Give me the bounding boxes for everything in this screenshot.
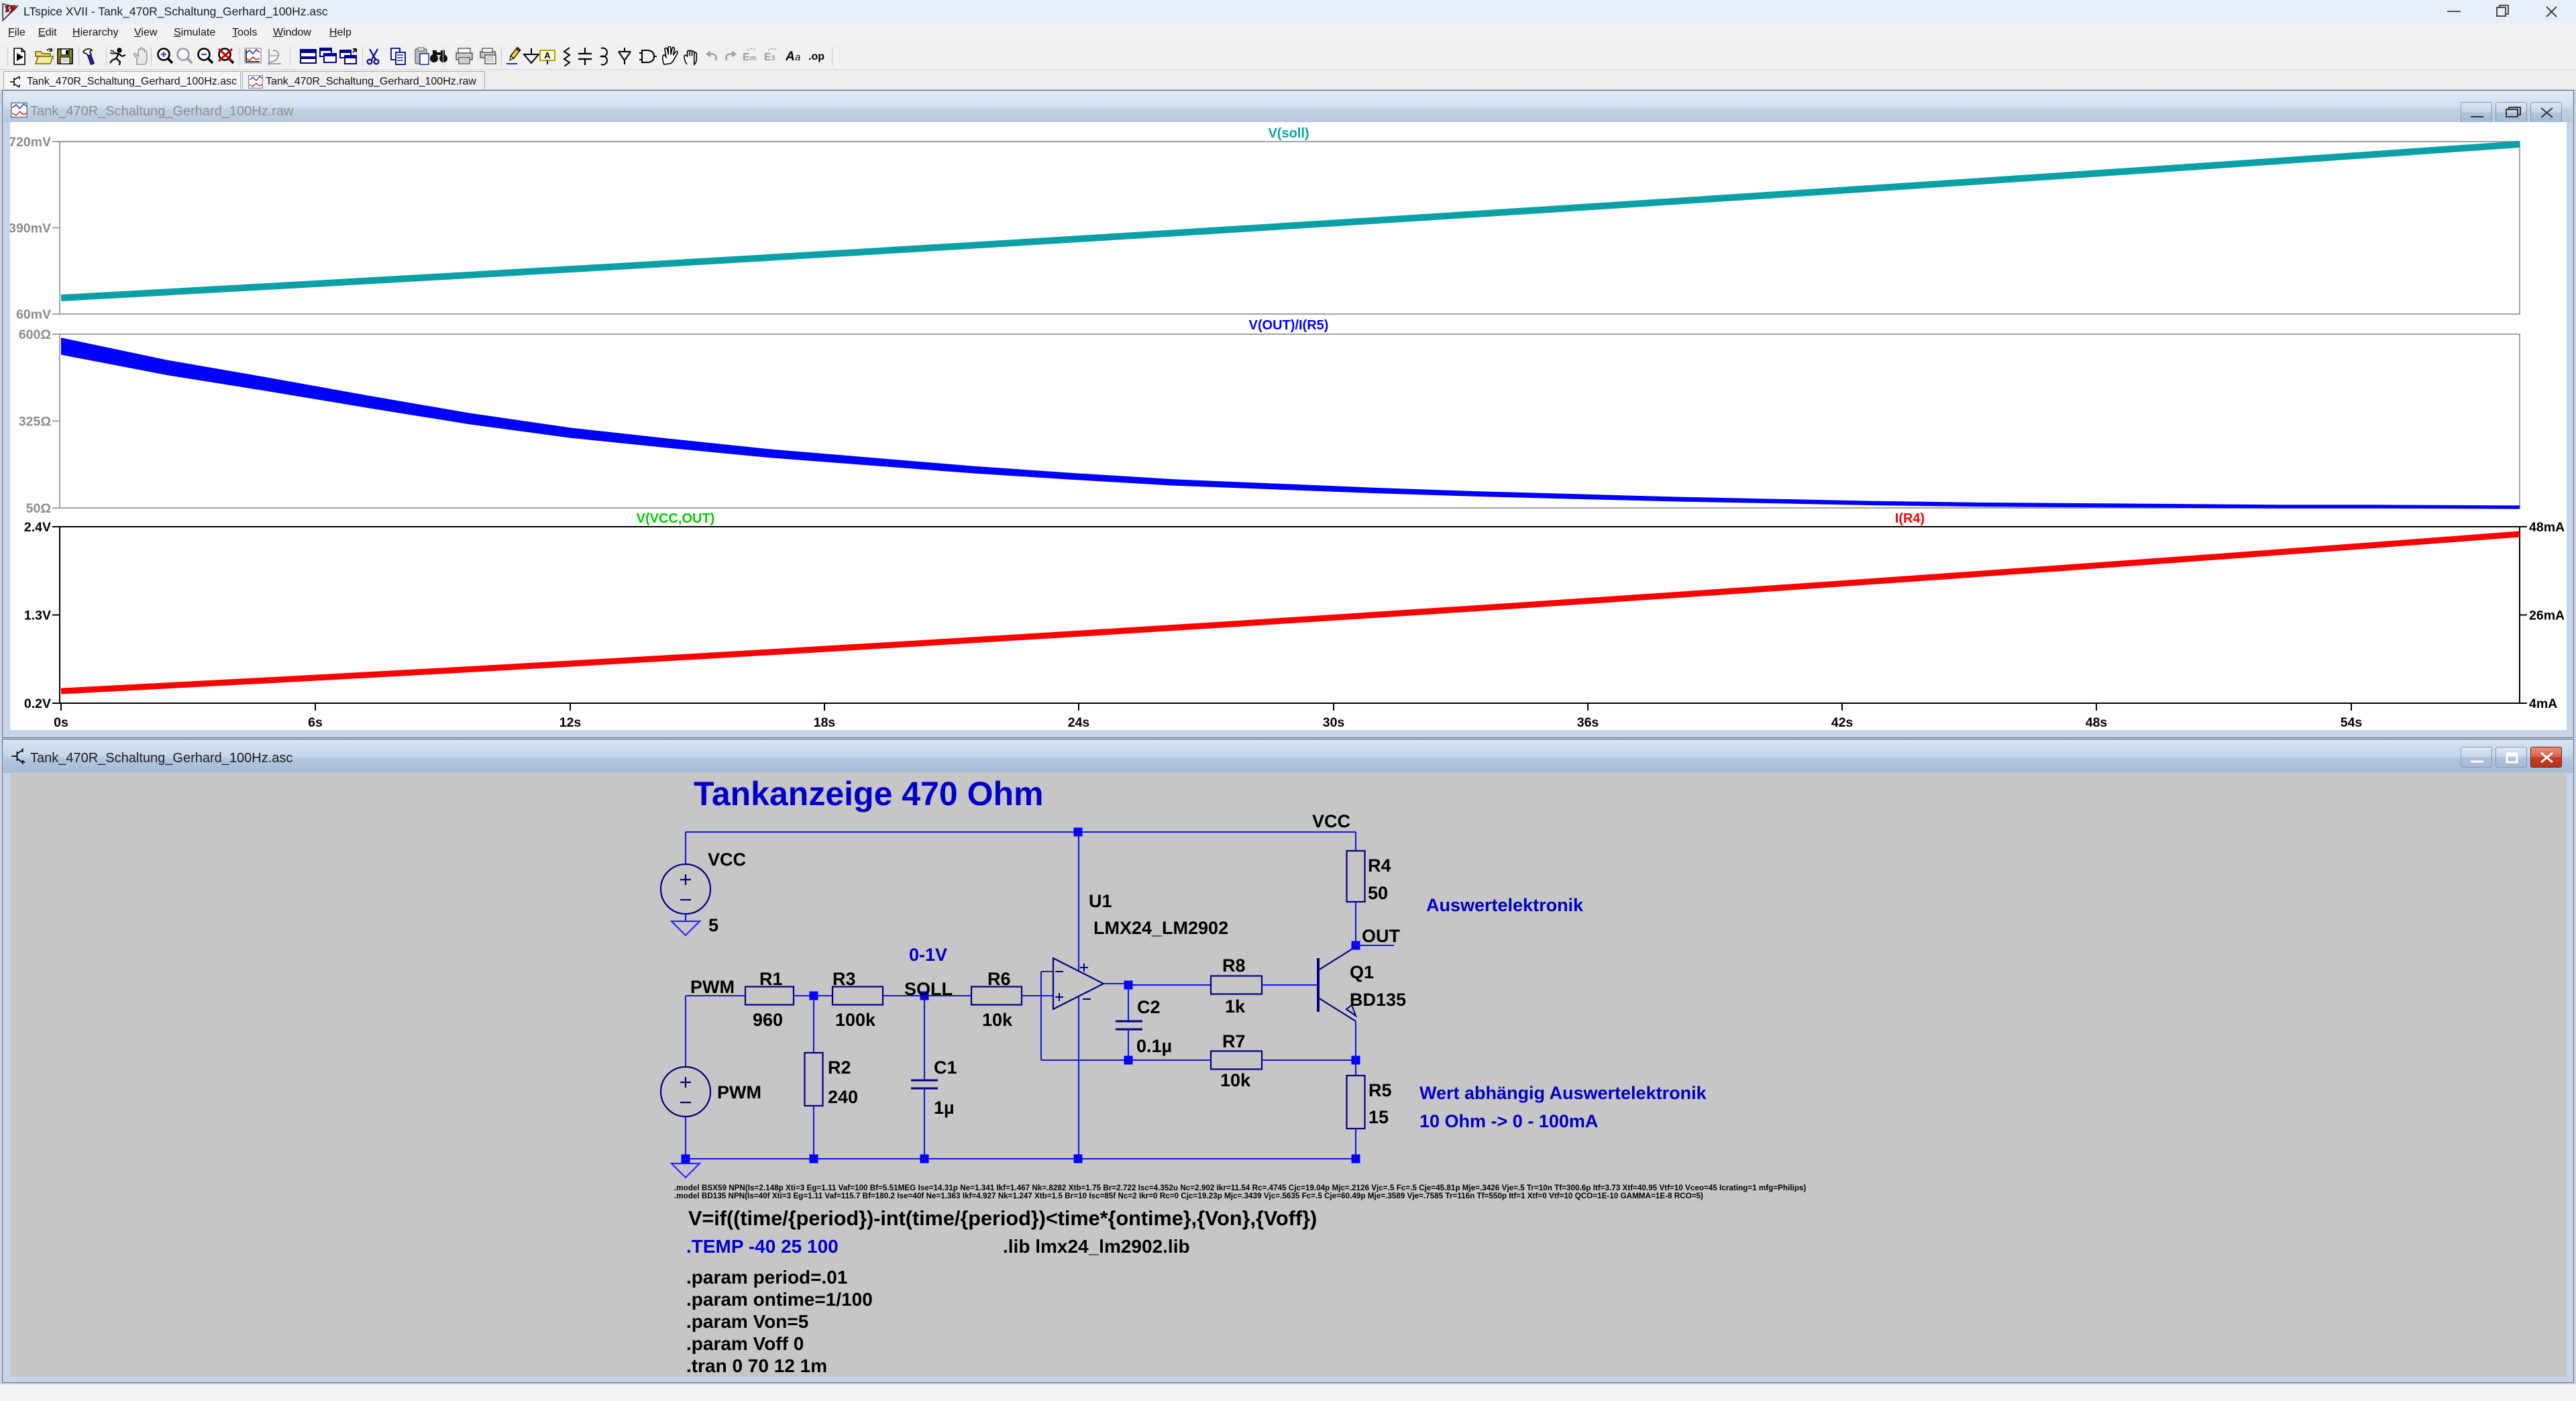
svg-text:R5: R5 <box>1368 1080 1392 1100</box>
svg-text:54s: 54s <box>2341 715 2363 730</box>
svg-text:0-1V: 0-1V <box>909 945 947 965</box>
svg-text:C2: C2 <box>1137 997 1161 1017</box>
svg-text:.param Voff 0: .param Voff 0 <box>686 1333 804 1354</box>
svg-text:720mV: 720mV <box>10 135 51 150</box>
svg-text:0.1µ: 0.1µ <box>1136 1036 1172 1056</box>
svg-text:V(OUT)/I(R5): V(OUT)/I(R5) <box>1249 318 1329 333</box>
svg-text:R7: R7 <box>1222 1031 1246 1051</box>
svg-text:R4: R4 <box>1368 855 1391 876</box>
svg-text:600Ω: 600Ω <box>19 327 51 342</box>
svg-text:6s: 6s <box>308 715 323 730</box>
svg-text:12s: 12s <box>559 715 582 730</box>
svg-text:10 Ohm -> 0 - 100mA: 10 Ohm -> 0 - 100mA <box>1419 1111 1598 1131</box>
svg-text:R2: R2 <box>828 1057 851 1078</box>
svg-text:18s: 18s <box>814 715 836 730</box>
svg-text:325Ω: 325Ω <box>19 415 51 429</box>
svg-text:.lib lmx24_lm2902.lib: .lib lmx24_lm2902.lib <box>1003 1236 1190 1257</box>
svg-text:.model BD135 NPN(Is=40f Xti=3: .model BD135 NPN(Is=40f Xti=3 Eg=1.11 Va… <box>674 1192 1703 1200</box>
svg-text:0s: 0s <box>54 715 68 730</box>
svg-text:.param ontime=1/100: .param ontime=1/100 <box>686 1289 873 1310</box>
svg-text:R6: R6 <box>987 969 1011 989</box>
svg-text:A: A <box>544 50 551 60</box>
svg-text:A: A <box>786 50 795 64</box>
svg-text:960: 960 <box>753 1010 783 1030</box>
svg-text:.param Von=5: .param Von=5 <box>686 1311 808 1332</box>
svg-text:240: 240 <box>828 1087 858 1107</box>
svg-text:Tankanzeige 470 Ohm: Tankanzeige 470 Ohm <box>694 775 1043 813</box>
svg-text:R3: R3 <box>833 969 856 989</box>
svg-text:V(VCC,OUT): V(VCC,OUT) <box>637 511 715 526</box>
svg-text:.tran 0 70 12 1m: .tran 0 70 12 1m <box>686 1355 827 1376</box>
svg-text:0.2V: 0.2V <box>24 696 51 711</box>
svg-text:15: 15 <box>1368 1107 1389 1127</box>
svg-text:390mV: 390mV <box>10 221 51 236</box>
svg-text:2.4V: 2.4V <box>24 520 51 535</box>
svg-text:Wert abhängig Auswertelektroni: Wert abhängig Auswertelektronik <box>1419 1083 1707 1103</box>
svg-text:10k: 10k <box>1220 1070 1251 1090</box>
svg-text:30s: 30s <box>1323 715 1345 730</box>
svg-text:50Ω: 50Ω <box>26 501 51 516</box>
svg-text:1.3V: 1.3V <box>24 609 51 623</box>
svg-text:5: 5 <box>708 915 718 935</box>
svg-text:50: 50 <box>1368 883 1388 903</box>
svg-text:Em: Em <box>743 52 757 63</box>
svg-text:Auswertelektronik: Auswertelektronik <box>1426 895 1584 915</box>
svg-text:I(R4): I(R4) <box>1895 511 1925 526</box>
svg-text:48mA: 48mA <box>2529 520 2565 535</box>
svg-text:V(soll): V(soll) <box>1268 126 1309 141</box>
svg-text:PWM: PWM <box>690 977 735 997</box>
svg-text:BD135: BD135 <box>1350 990 1406 1010</box>
svg-text:VCC: VCC <box>1312 811 1350 831</box>
svg-text:.param period=.01: .param period=.01 <box>686 1267 847 1288</box>
svg-text:PWM: PWM <box>717 1082 761 1102</box>
svg-text:60mV: 60mV <box>16 307 51 322</box>
svg-text:1k: 1k <box>1225 996 1246 1017</box>
svg-text:1µ: 1µ <box>934 1098 955 1118</box>
svg-text:24s: 24s <box>1068 715 1090 730</box>
svg-text:4mA: 4mA <box>2529 696 2557 711</box>
svg-text:SOLL: SOLL <box>904 979 953 999</box>
svg-text:.TEMP -40 25 100: .TEMP -40 25 100 <box>686 1236 839 1257</box>
svg-text:V=if((time/{period})-int(time/: V=if((time/{period})-int(time/{period})<… <box>688 1207 1317 1230</box>
svg-text:C1: C1 <box>934 1057 957 1078</box>
svg-text:100k: 100k <box>835 1010 876 1030</box>
svg-text:R1: R1 <box>759 969 783 989</box>
svg-text:VCC: VCC <box>708 849 746 870</box>
svg-text:LMX24_LM2902: LMX24_LM2902 <box>1093 918 1228 938</box>
svg-text:a: a <box>795 52 800 63</box>
svg-text:Q1: Q1 <box>1350 962 1374 982</box>
svg-text:E3: E3 <box>764 52 775 63</box>
svg-text:R8: R8 <box>1222 955 1246 976</box>
svg-text:OUT: OUT <box>1362 926 1401 946</box>
svg-text:10k: 10k <box>982 1010 1013 1030</box>
svg-text:36s: 36s <box>1577 715 1599 730</box>
svg-text:42s: 42s <box>1831 715 1854 730</box>
svg-text:.op: .op <box>808 51 824 62</box>
svg-text:26mA: 26mA <box>2529 609 2565 623</box>
svg-text:48s: 48s <box>2086 715 2108 730</box>
svg-text:U1: U1 <box>1089 891 1112 911</box>
